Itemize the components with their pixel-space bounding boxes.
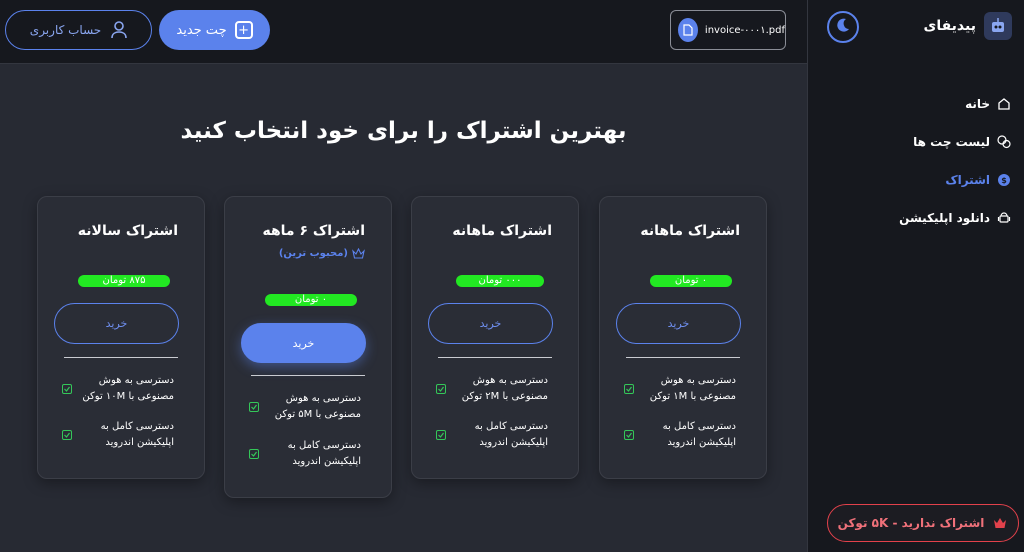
sidebar-item-label: خانه bbox=[965, 97, 990, 111]
check-icon bbox=[62, 384, 72, 394]
sidebar-item-download-app[interactable]: دانلود اپلیکیشن bbox=[822, 199, 1012, 237]
sidebar-nav: خانه لیست چت ها $ اشتراک دانلود اپلیکیشن bbox=[822, 85, 1012, 237]
plan-price: ۰ تومان bbox=[650, 275, 732, 287]
account-button[interactable]: حساب کاربری bbox=[5, 10, 152, 50]
plan-price: ۰ تومان bbox=[265, 294, 357, 306]
brand-name: پیدیفای bbox=[923, 18, 976, 34]
sidebar-item-chat-list[interactable]: لیست چت ها bbox=[822, 123, 1012, 161]
plan-card-monthly-2: اشتراک ماهانه ۰۰۰ تومان خرید دسترسی به ه… bbox=[411, 196, 579, 479]
page-title: بهترین اشتراک را برای خود انتخاب کنید bbox=[180, 118, 627, 144]
robot-logo-icon bbox=[984, 12, 1012, 40]
android-icon bbox=[996, 210, 1012, 226]
sidebar-item-label: لیست چت ها bbox=[913, 135, 990, 149]
plan-title: اشتراک سالانه bbox=[77, 223, 178, 239]
feature-item: دسترسی کامل به اپلیکیشن اندروید bbox=[249, 438, 361, 470]
divider bbox=[64, 357, 178, 358]
feature-item: دسترسی به هوش مصنوعی با ۱۰M توکن bbox=[62, 373, 174, 405]
check-icon bbox=[436, 384, 446, 394]
check-icon bbox=[249, 449, 259, 459]
buy-button[interactable]: خرید bbox=[616, 303, 741, 344]
check-icon bbox=[436, 430, 446, 440]
home-icon bbox=[996, 96, 1012, 112]
plan-price: ۰۰۰ تومان bbox=[456, 275, 544, 287]
feature-item: دسترسی کامل به اپلیکیشن اندروید bbox=[436, 419, 548, 451]
svg-text:$: $ bbox=[1001, 176, 1007, 185]
buy-button[interactable]: خرید bbox=[428, 303, 553, 344]
user-icon bbox=[111, 21, 128, 39]
sidebar-item-home[interactable]: خانه bbox=[822, 85, 1012, 123]
feature-item: دسترسی به هوش مصنوعی با ۵M توکن bbox=[249, 391, 361, 423]
check-icon bbox=[624, 430, 634, 440]
plan-card-6-month: اشتراک ۶ ماهه (محبوب ترین) ۰ تومان خرید … bbox=[224, 196, 392, 498]
check-icon bbox=[624, 384, 634, 394]
divider bbox=[626, 357, 740, 358]
check-icon bbox=[62, 430, 72, 440]
plan-card-yearly: اشتراک سالانه ۸۷۵ تومان خرید دسترسی به ه… bbox=[37, 196, 205, 479]
file-name: invoice-۰۰۰۱.pdf bbox=[704, 24, 785, 36]
feature-item: دسترسی کامل به اپلیکیشن اندروید bbox=[62, 419, 174, 451]
top-bar: حساب کاربری + چت جدید invoice-۰۰۰۱.pdf bbox=[0, 0, 807, 64]
account-button-label: حساب کاربری bbox=[29, 23, 102, 37]
plan-price: ۸۷۵ تومان bbox=[78, 275, 170, 287]
plan-title: اشتراک ماهانه bbox=[452, 223, 552, 239]
moon-icon bbox=[835, 17, 851, 37]
divider bbox=[438, 357, 552, 358]
sidebar: پیدیفای خانه لیست چت ها $ اشتراک دانلود … bbox=[807, 0, 1024, 552]
popular-badge: (محبوب ترین) bbox=[279, 247, 365, 260]
buy-button[interactable]: خرید bbox=[241, 323, 366, 363]
subscription-status-button[interactable]: اشتراک ندارید - ۵K توکن bbox=[827, 504, 1019, 542]
sidebar-item-label: دانلود اپلیکیشن bbox=[899, 211, 990, 225]
brand[interactable]: پیدیفای bbox=[924, 12, 1012, 40]
file-icon bbox=[678, 18, 698, 42]
new-chat-button-label: چت جدید bbox=[176, 22, 227, 38]
chat-icon bbox=[996, 134, 1012, 150]
buy-button[interactable]: خرید bbox=[54, 303, 179, 344]
file-chip[interactable]: invoice-۰۰۰۱.pdf bbox=[670, 10, 786, 50]
plus-icon: + bbox=[234, 21, 253, 39]
sidebar-item-subscription[interactable]: $ اشتراک bbox=[822, 161, 1012, 199]
crown-icon bbox=[992, 515, 1008, 531]
feature-item: دسترسی به هوش مصنوعی با ۱M توکن bbox=[624, 373, 736, 405]
plan-title: اشتراک ماهانه bbox=[640, 223, 740, 239]
feature-item: دسترسی کامل به اپلیکیشن اندروید bbox=[624, 419, 736, 451]
coin-icon: $ bbox=[996, 172, 1012, 188]
feature-item: دسترسی به هوش مصنوعی با ۲M توکن bbox=[436, 373, 548, 405]
crown-icon bbox=[352, 247, 365, 260]
plan-title: اشتراک ۶ ماهه bbox=[262, 223, 365, 239]
check-icon bbox=[249, 402, 259, 412]
subscription-status-label: اشتراک ندارید - ۵K توکن bbox=[837, 516, 985, 530]
divider bbox=[251, 375, 365, 376]
new-chat-button[interactable]: + چت جدید bbox=[159, 10, 270, 50]
theme-toggle-button[interactable] bbox=[827, 11, 859, 43]
sidebar-item-label: اشتراک bbox=[945, 173, 990, 187]
plan-card-monthly: اشتراک ماهانه ۰ تومان خرید دسترسی به هوش… bbox=[599, 196, 767, 479]
